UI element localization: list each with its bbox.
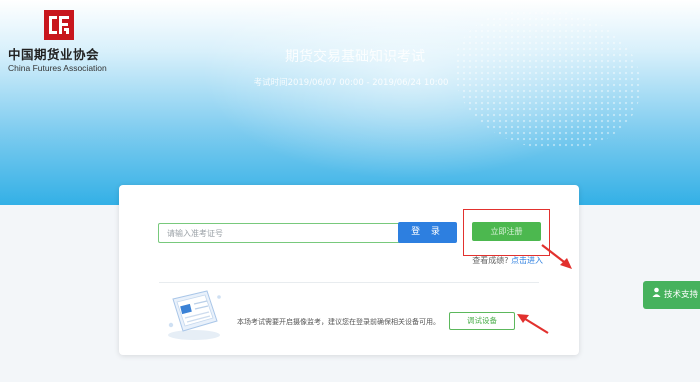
test-device-button[interactable]: 调试设备 [449, 312, 515, 330]
exam-title: 期货交易基础知识考试 [285, 49, 425, 65]
register-highlight-box: 立即注册 [463, 209, 550, 256]
tech-support-button[interactable]: 技术支持 [643, 281, 700, 309]
support-label: 技术支持 [664, 290, 699, 300]
device-illustration-icon [168, 290, 221, 340]
ticket-number-input[interactable] [158, 223, 407, 243]
login-card: 登 录 立即注册 查看成绩? 点击进入 本场考试需要开启摄像监考，建议您在登录前… [119, 185, 579, 355]
divider [159, 282, 539, 283]
logo-name-cn: 中国期货业协会 [8, 47, 100, 62]
score-question: 查看成绩? [472, 256, 509, 265]
arrow-to-register [541, 244, 572, 269]
support-person-icon [651, 281, 661, 309]
camera-notice: 本场考试需要开启摄像监考，建议您在登录前确保相关设备可用。 [237, 318, 440, 326]
hero-banner: 中国期货业协会 China Futures Association 期货交易基础… [0, 0, 700, 205]
score-row: 查看成绩? 点击进入 [463, 255, 543, 266]
cfa-logo-icon [44, 10, 74, 40]
score-link[interactable]: 点击进入 [511, 256, 543, 265]
cfa-logo: 中国期货业协会 China Futures Association [8, 8, 118, 78]
logo-name-en: China Futures Association [8, 63, 107, 73]
exam-time: 考试时间2019/06/07 00:00 - 2019/06/24 10:00 [253, 78, 449, 88]
login-button[interactable]: 登 录 [398, 222, 457, 243]
register-button[interactable]: 立即注册 [472, 222, 541, 241]
arrow-to-test-device [517, 314, 549, 334]
